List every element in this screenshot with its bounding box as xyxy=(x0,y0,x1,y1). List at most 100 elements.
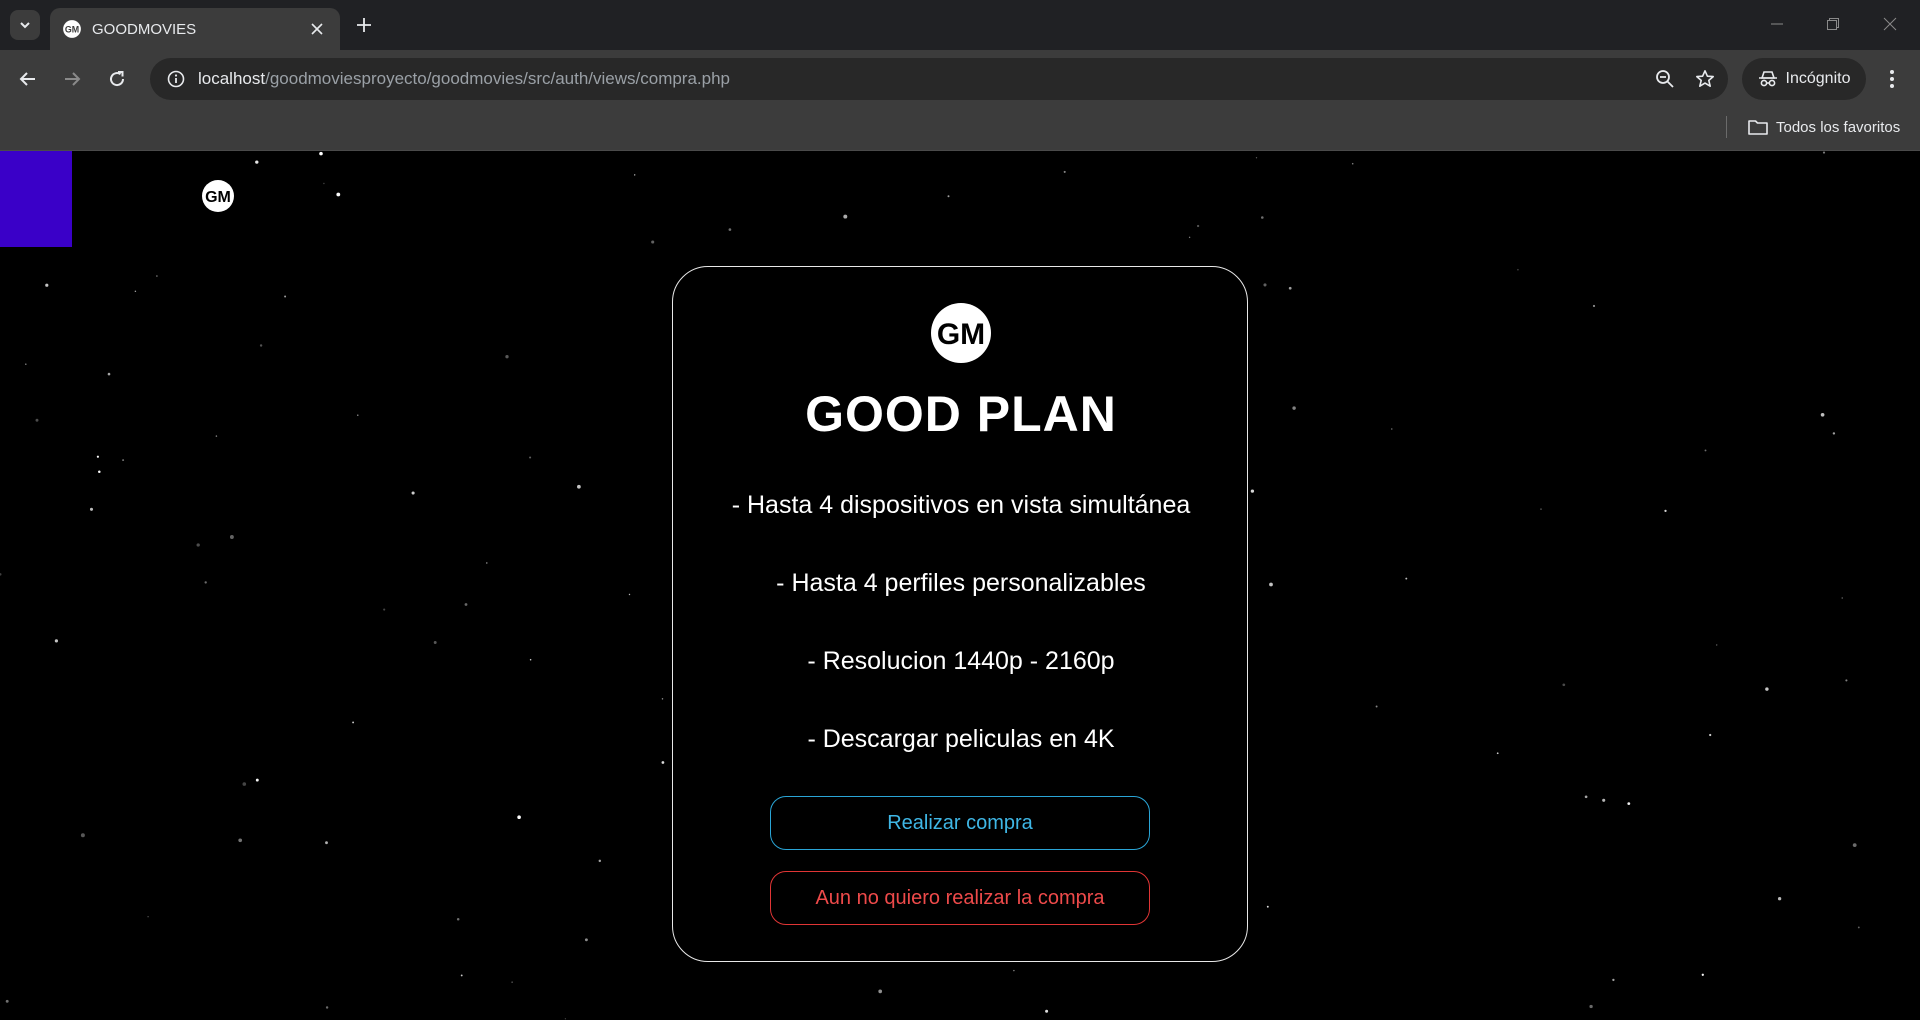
star xyxy=(661,698,664,700)
arrow-left-icon xyxy=(19,72,35,86)
star xyxy=(661,761,665,764)
star xyxy=(947,195,950,198)
chevron-down-icon xyxy=(20,22,30,29)
star xyxy=(5,999,9,1003)
star xyxy=(1841,597,1843,599)
star xyxy=(486,562,488,564)
star xyxy=(147,915,149,918)
star xyxy=(1375,705,1378,708)
star xyxy=(529,456,532,459)
star xyxy=(255,778,259,782)
star xyxy=(433,641,437,644)
star xyxy=(25,363,27,365)
star xyxy=(35,418,39,422)
address-bar[interactable]: localhost/goodmoviesproyecto/goodmovies/… xyxy=(150,58,1728,100)
star xyxy=(1288,286,1292,290)
star xyxy=(1664,509,1667,513)
gm-logo-icon: GM xyxy=(62,19,82,39)
back-button[interactable] xyxy=(12,63,44,95)
star xyxy=(1832,432,1836,435)
star xyxy=(215,435,218,437)
star xyxy=(357,414,359,416)
star xyxy=(0,573,2,576)
star xyxy=(1269,582,1273,587)
incognito-indicator[interactable]: Incógnito xyxy=(1742,58,1866,100)
star xyxy=(1263,283,1267,287)
star xyxy=(1820,412,1825,417)
star xyxy=(352,721,355,724)
star xyxy=(242,782,247,786)
close-window-button[interactable] xyxy=(1871,9,1909,39)
bookmarks-divider xyxy=(1726,116,1727,138)
browser-menu-button[interactable] xyxy=(1876,63,1908,95)
star xyxy=(336,192,341,197)
reload-icon xyxy=(110,71,125,87)
bookmark-star-icon[interactable] xyxy=(1688,62,1722,96)
close-icon xyxy=(1883,17,1897,31)
star xyxy=(1709,733,1712,737)
star xyxy=(1612,978,1615,982)
star xyxy=(598,859,602,863)
new-tab-button[interactable] xyxy=(350,11,378,39)
buy-button[interactable]: Realizar compra xyxy=(770,796,1150,850)
star xyxy=(517,815,521,819)
restore-button[interactable] xyxy=(1814,9,1852,39)
star xyxy=(1013,969,1015,972)
star xyxy=(1704,449,1707,452)
star xyxy=(1602,798,1606,802)
close-icon xyxy=(311,23,323,35)
star xyxy=(1701,973,1704,976)
star xyxy=(1266,905,1269,908)
star xyxy=(651,240,655,244)
plan-card: GM GOOD PLAN - Hasta 4 dispositivos en v… xyxy=(672,266,1248,962)
tab-strip: GM GOODMOVIES xyxy=(0,0,1920,50)
minimize-button[interactable] xyxy=(1758,9,1796,39)
site-info-icon[interactable] xyxy=(164,67,188,91)
star xyxy=(255,160,259,164)
plan-feature: - Hasta 4 dispositivos en vista simultán… xyxy=(731,491,1191,519)
star xyxy=(584,938,588,942)
zoom-icon[interactable] xyxy=(1648,62,1682,96)
star xyxy=(577,484,581,489)
url-text[interactable]: localhost/goodmoviesproyecto/goodmovies/… xyxy=(198,69,1648,89)
star xyxy=(456,918,460,921)
star xyxy=(1852,843,1857,847)
forward-button[interactable] xyxy=(56,63,88,95)
star xyxy=(325,1006,329,1009)
star xyxy=(1540,508,1542,510)
cancel-purchase-button[interactable]: Aun no quiero realizar la compra xyxy=(770,871,1150,925)
tab-search-button[interactable] xyxy=(10,10,40,40)
active-tab[interactable]: GM GOODMOVIES xyxy=(50,8,340,50)
star xyxy=(1822,151,1826,154)
star xyxy=(1517,268,1519,271)
url-path: /goodmoviesproyecto/goodmovies/src/auth/… xyxy=(265,69,731,88)
star xyxy=(122,459,125,462)
svg-text:GM: GM xyxy=(205,189,231,206)
star xyxy=(1188,236,1191,239)
url-host: localhost xyxy=(198,69,266,88)
close-tab-button[interactable] xyxy=(306,18,328,40)
star xyxy=(1405,577,1408,580)
star xyxy=(1250,489,1255,493)
gm-logo-icon[interactable]: GM xyxy=(200,178,236,214)
bookmarks-bar: Todos los favoritos xyxy=(0,108,1920,151)
star xyxy=(1845,679,1848,682)
star xyxy=(107,372,111,376)
minimize-icon xyxy=(1771,23,1783,25)
folder-icon xyxy=(1748,120,1768,135)
star xyxy=(1196,224,1200,228)
plan-title: GOOD PLAN xyxy=(805,386,1117,442)
star xyxy=(204,581,207,584)
page-viewport: GM GM GOOD PLAN - Hasta 4 dispositivos e… xyxy=(0,151,1920,1020)
incognito-icon xyxy=(1758,71,1777,87)
star xyxy=(529,658,532,661)
star xyxy=(1857,926,1860,929)
star xyxy=(1292,406,1296,410)
browser-toolbar: localhost/goodmoviesproyecto/goodmovies/… xyxy=(0,50,1920,108)
all-bookmarks-button[interactable]: Todos los favoritos xyxy=(1748,114,1900,140)
star xyxy=(196,543,200,547)
star xyxy=(96,455,99,458)
star xyxy=(259,344,263,347)
star xyxy=(1627,802,1631,805)
reload-button[interactable] xyxy=(101,63,133,95)
